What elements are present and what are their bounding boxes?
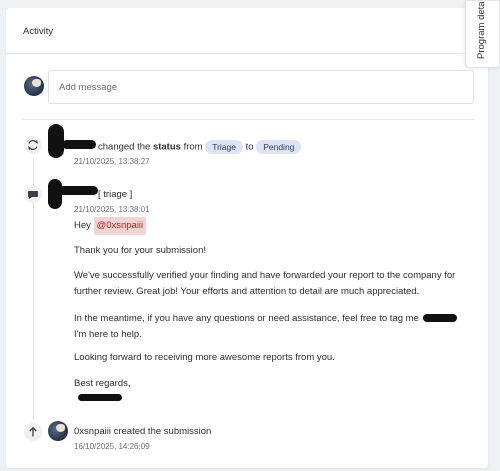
comment-paragraph: Thank you for your submission! xyxy=(74,245,207,256)
redacted-signature xyxy=(78,394,122,401)
created-timestamp: 16/10/2025, 14:26:09 xyxy=(74,442,150,451)
arrow-up-icon xyxy=(24,423,42,441)
program-details-tab[interactable]: Program details xyxy=(465,0,500,68)
from-word: from xyxy=(183,141,203,153)
comment-timestamp: 21/10/2025, 13:38:01 xyxy=(74,205,150,214)
divider xyxy=(22,119,475,120)
paragraph-text: I'm here to help. xyxy=(74,328,142,340)
comment-paragraph: Looking forward to receiving more awesom… xyxy=(74,352,335,363)
user-mention[interactable]: @0xsnpaiii xyxy=(93,217,147,235)
paragraph-text: In the meantime, if you have any questio… xyxy=(74,313,419,324)
status-change-timestamp: 21/10/2025, 13:38:27 xyxy=(74,157,150,166)
refresh-icon xyxy=(24,136,42,154)
greeting-text: Hey xyxy=(74,220,91,231)
comment-greeting: Hey @0xsnpaiii xyxy=(74,217,464,235)
created-line: 0xsnpaiii created the submission xyxy=(74,426,211,437)
comment-signoff: Best regards, xyxy=(74,378,131,389)
creator-username[interactable]: 0xsnpaiii xyxy=(74,426,111,437)
status-to-badge: Pending xyxy=(256,140,302,154)
comment-paragraph: We've successfully verified your finding… xyxy=(74,270,456,297)
add-message-input[interactable]: Add message xyxy=(48,70,474,104)
status-from-badge: Triage xyxy=(205,140,243,154)
comment-tag: [ triage ] xyxy=(98,189,133,200)
comment-icon xyxy=(24,185,42,203)
created-text: created the submission xyxy=(113,426,212,437)
activity-title: Activity xyxy=(6,8,488,54)
redacted-username xyxy=(58,186,98,195)
current-user-avatar xyxy=(24,76,44,96)
redacted-mention xyxy=(423,314,458,323)
comment-paragraph: In the meantime, if you have any questio… xyxy=(74,311,464,342)
status-field: status xyxy=(152,141,181,153)
to-word: to xyxy=(245,141,254,153)
redacted-username xyxy=(62,140,96,149)
status-change-text: changed the xyxy=(98,141,151,153)
status-change-line: changed the status from Triage to Pendin… xyxy=(98,140,302,154)
redacted-avatar xyxy=(48,124,64,158)
user-avatar xyxy=(48,421,68,441)
program-details-tab-label: Program details xyxy=(476,0,487,59)
